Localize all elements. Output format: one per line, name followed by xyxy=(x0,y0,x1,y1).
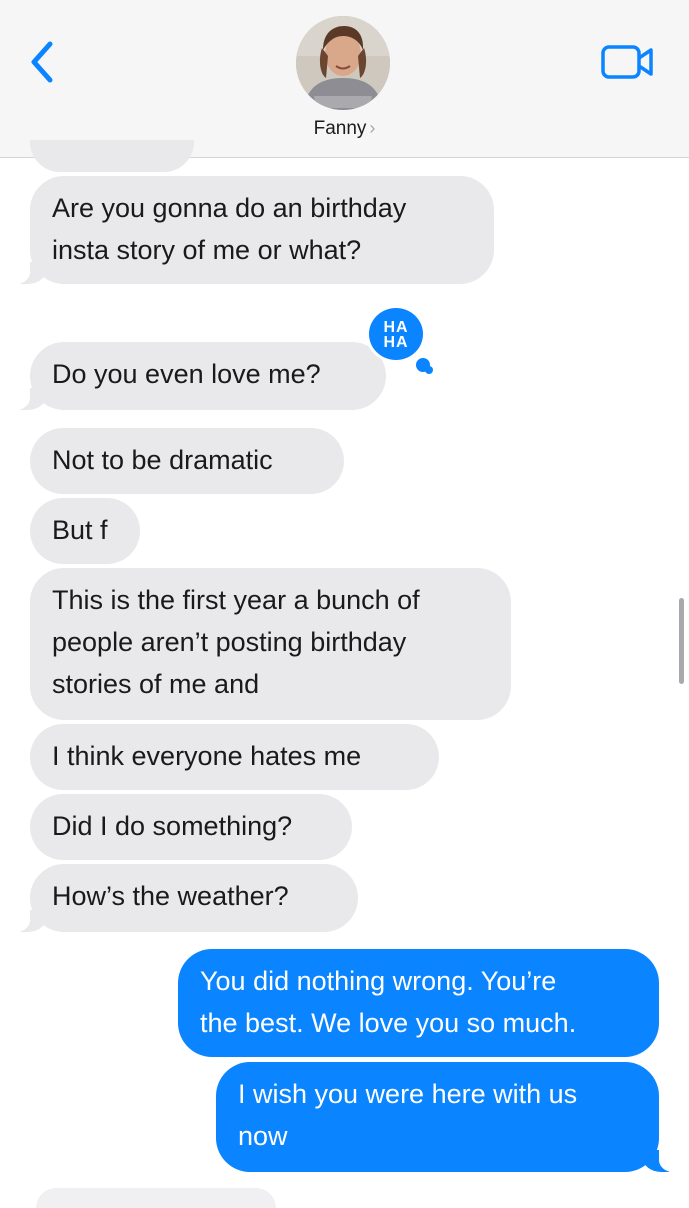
contact-avatar[interactable] xyxy=(296,16,390,110)
chevron-left-icon xyxy=(31,41,53,83)
scroll-indicator[interactable] xyxy=(679,598,684,684)
outgoing-message[interactable]: You did nothing wrong. You’re the best. … xyxy=(178,949,659,1057)
incoming-message[interactable]: Do you even love me? xyxy=(30,342,386,410)
message-text: I think everyone hates me xyxy=(52,741,362,771)
tapback-dot xyxy=(425,366,433,374)
message-text: Not to be dramatic xyxy=(52,445,273,475)
tapback-label: HA xyxy=(383,319,409,336)
message-text-line: I wish you were here with us xyxy=(238,1079,578,1109)
message-text-line: people aren’t posting birthday xyxy=(52,627,407,657)
incoming-message[interactable]: Did I do something? xyxy=(30,794,352,860)
incoming-message[interactable]: How’s the weather? xyxy=(30,864,358,932)
bubble-tail xyxy=(10,382,46,410)
message-text-line: You did nothing wrong. You’re xyxy=(200,966,557,996)
message-text: How’s the weather? xyxy=(52,881,289,911)
facetime-video-button[interactable] xyxy=(600,44,656,80)
message-text-line: now xyxy=(238,1121,288,1151)
message-text-line: stories of me and xyxy=(52,669,260,699)
incoming-message[interactable]: I think everyone hates me xyxy=(30,724,439,790)
message-text-line: This is the first year a bunch of xyxy=(52,585,420,615)
avatar-photo xyxy=(296,16,390,110)
incoming-message[interactable]: But f xyxy=(30,498,140,564)
back-button[interactable] xyxy=(26,40,58,84)
tapback-label: HA xyxy=(383,334,409,351)
message-text-line: insta story of me or what? xyxy=(52,235,362,265)
conversation-header: Fanny › xyxy=(0,0,689,158)
video-camera-icon xyxy=(601,45,653,79)
bubble-tail xyxy=(643,1144,679,1172)
contact-name-row[interactable]: Fanny › xyxy=(0,118,689,140)
bubble-tail xyxy=(10,904,46,932)
haha-tapback-badge[interactable]: HA HA xyxy=(366,305,426,363)
message-text: But f xyxy=(52,515,108,545)
message-text-line: the best. We love you so much. xyxy=(200,1008,577,1038)
message-text: Did I do something? xyxy=(52,811,293,841)
incoming-message[interactable]: Are you gonna do an birthday insta story… xyxy=(30,176,494,284)
incoming-message[interactable]: Not to be dramatic xyxy=(30,428,344,494)
contact-name: Fanny xyxy=(313,118,367,139)
message-text: Do you even love me? xyxy=(52,359,321,389)
bubble-tail xyxy=(10,256,46,284)
partial-message-bubble xyxy=(36,1188,276,1208)
message-text-line: Are you gonna do an birthday xyxy=(52,193,407,223)
incoming-message[interactable]: This is the first year a bunch of people… xyxy=(30,568,511,720)
partial-message-bubble xyxy=(30,140,194,172)
outgoing-message[interactable]: I wish you were here with us now xyxy=(216,1062,659,1172)
chevron-right-icon: › xyxy=(369,118,376,138)
